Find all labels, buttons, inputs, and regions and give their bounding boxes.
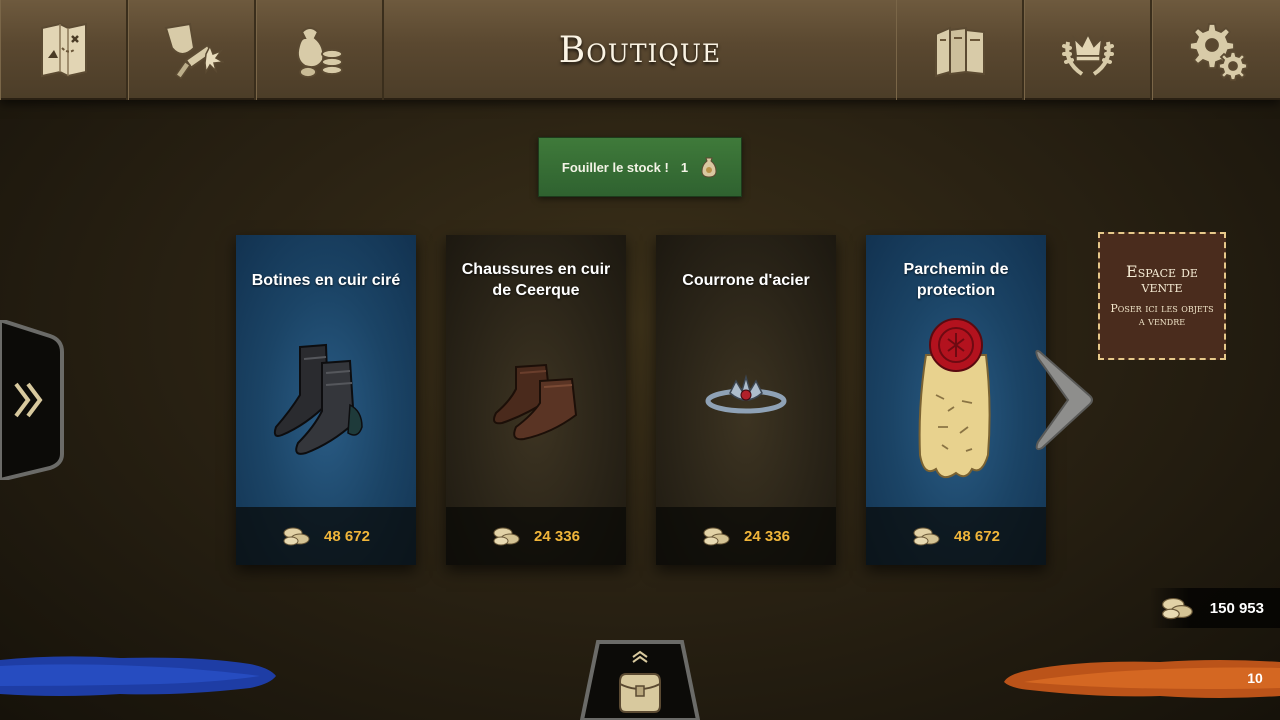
- price-bar: 48 672: [236, 507, 416, 565]
- chevron-right-icon: [1035, 349, 1093, 451]
- coins-icon: [702, 525, 732, 547]
- item-name: Parchemin de protection: [903, 261, 1009, 299]
- loot-icon: [296, 27, 343, 78]
- wallet: 150 953: [1150, 588, 1280, 628]
- price-bar: 48 672: [866, 507, 1046, 565]
- codex-icon: [934, 26, 985, 78]
- turn-counter: 10: [1247, 670, 1263, 686]
- coins-icon: [1160, 595, 1196, 621]
- combat-button[interactable]: [128, 0, 256, 100]
- page-title: Boutique: [558, 29, 722, 71]
- shop-item-card[interactable]: Botines en cuir ciré 48 672: [236, 235, 416, 565]
- item-name: Botines en cuir ciré: [251, 271, 401, 289]
- item-price: 24 336: [744, 527, 790, 545]
- item-price: 48 672: [324, 527, 370, 545]
- item-price: 48 672: [954, 527, 1000, 545]
- combat-icon: [164, 22, 224, 80]
- price-bar: 24 336: [656, 507, 836, 565]
- coins-icon: [282, 525, 312, 547]
- double-chevron-right-icon: [14, 382, 43, 418]
- scroll-icon: [918, 318, 991, 479]
- boots-icon: [273, 343, 363, 455]
- search-stock-button[interactable]: Fouiller le stock ! 1: [538, 137, 742, 197]
- ranking-icon: [1061, 31, 1114, 76]
- item-name: Courrone d'acier: [682, 271, 810, 289]
- loot-button[interactable]: [256, 0, 384, 100]
- shop-item-card[interactable]: Chaussures en cuir de Ceerque 24 336: [446, 235, 626, 565]
- map-button[interactable]: [0, 0, 128, 100]
- shop-item-card[interactable]: Parchemin de protection 48 672: [866, 235, 1046, 565]
- sell-drop-zone[interactable]: Espace de vente Poser ici les objets a v…: [1098, 232, 1226, 360]
- codex-button[interactable]: [896, 0, 1024, 100]
- search-stock-label: Fouiller le stock !: [561, 159, 669, 175]
- item-name: Chaussures en cuir de Ceerque: [461, 261, 611, 299]
- backpack-icon: [619, 673, 661, 713]
- search-stock-cost: 1: [680, 159, 689, 175]
- item-price: 24 336: [534, 527, 580, 545]
- sell-zone-title: Espace de vente: [1126, 262, 1198, 296]
- sell-zone-subtitle: Poser ici les objets a vendre: [1110, 302, 1214, 328]
- side-panel-tab[interactable]: [0, 317, 66, 483]
- blue-team-banner: [0, 656, 276, 696]
- map-icon: [40, 22, 87, 78]
- wallet-amount: 150 953: [1209, 599, 1264, 617]
- price-bar: 24 336: [446, 507, 626, 565]
- shop-item-card[interactable]: Courrone d'acier 24 336: [656, 235, 836, 565]
- orange-team-banner: [1004, 660, 1280, 698]
- shoes-icon: [493, 363, 578, 441]
- pouch-icon: [701, 157, 717, 178]
- next-page-button[interactable]: [1034, 348, 1094, 452]
- inventory-tab[interactable]: [579, 640, 701, 720]
- settings-icon: [1188, 23, 1248, 81]
- chevron-up-icon: [632, 650, 648, 663]
- ranking-button[interactable]: [1024, 0, 1152, 100]
- title-area: Boutique: [384, 0, 896, 100]
- crown-ring-icon: [705, 374, 787, 414]
- top-bar: Boutique: [0, 0, 1280, 100]
- coins-icon: [912, 525, 942, 547]
- settings-button[interactable]: [1152, 0, 1280, 100]
- coins-icon: [492, 525, 522, 547]
